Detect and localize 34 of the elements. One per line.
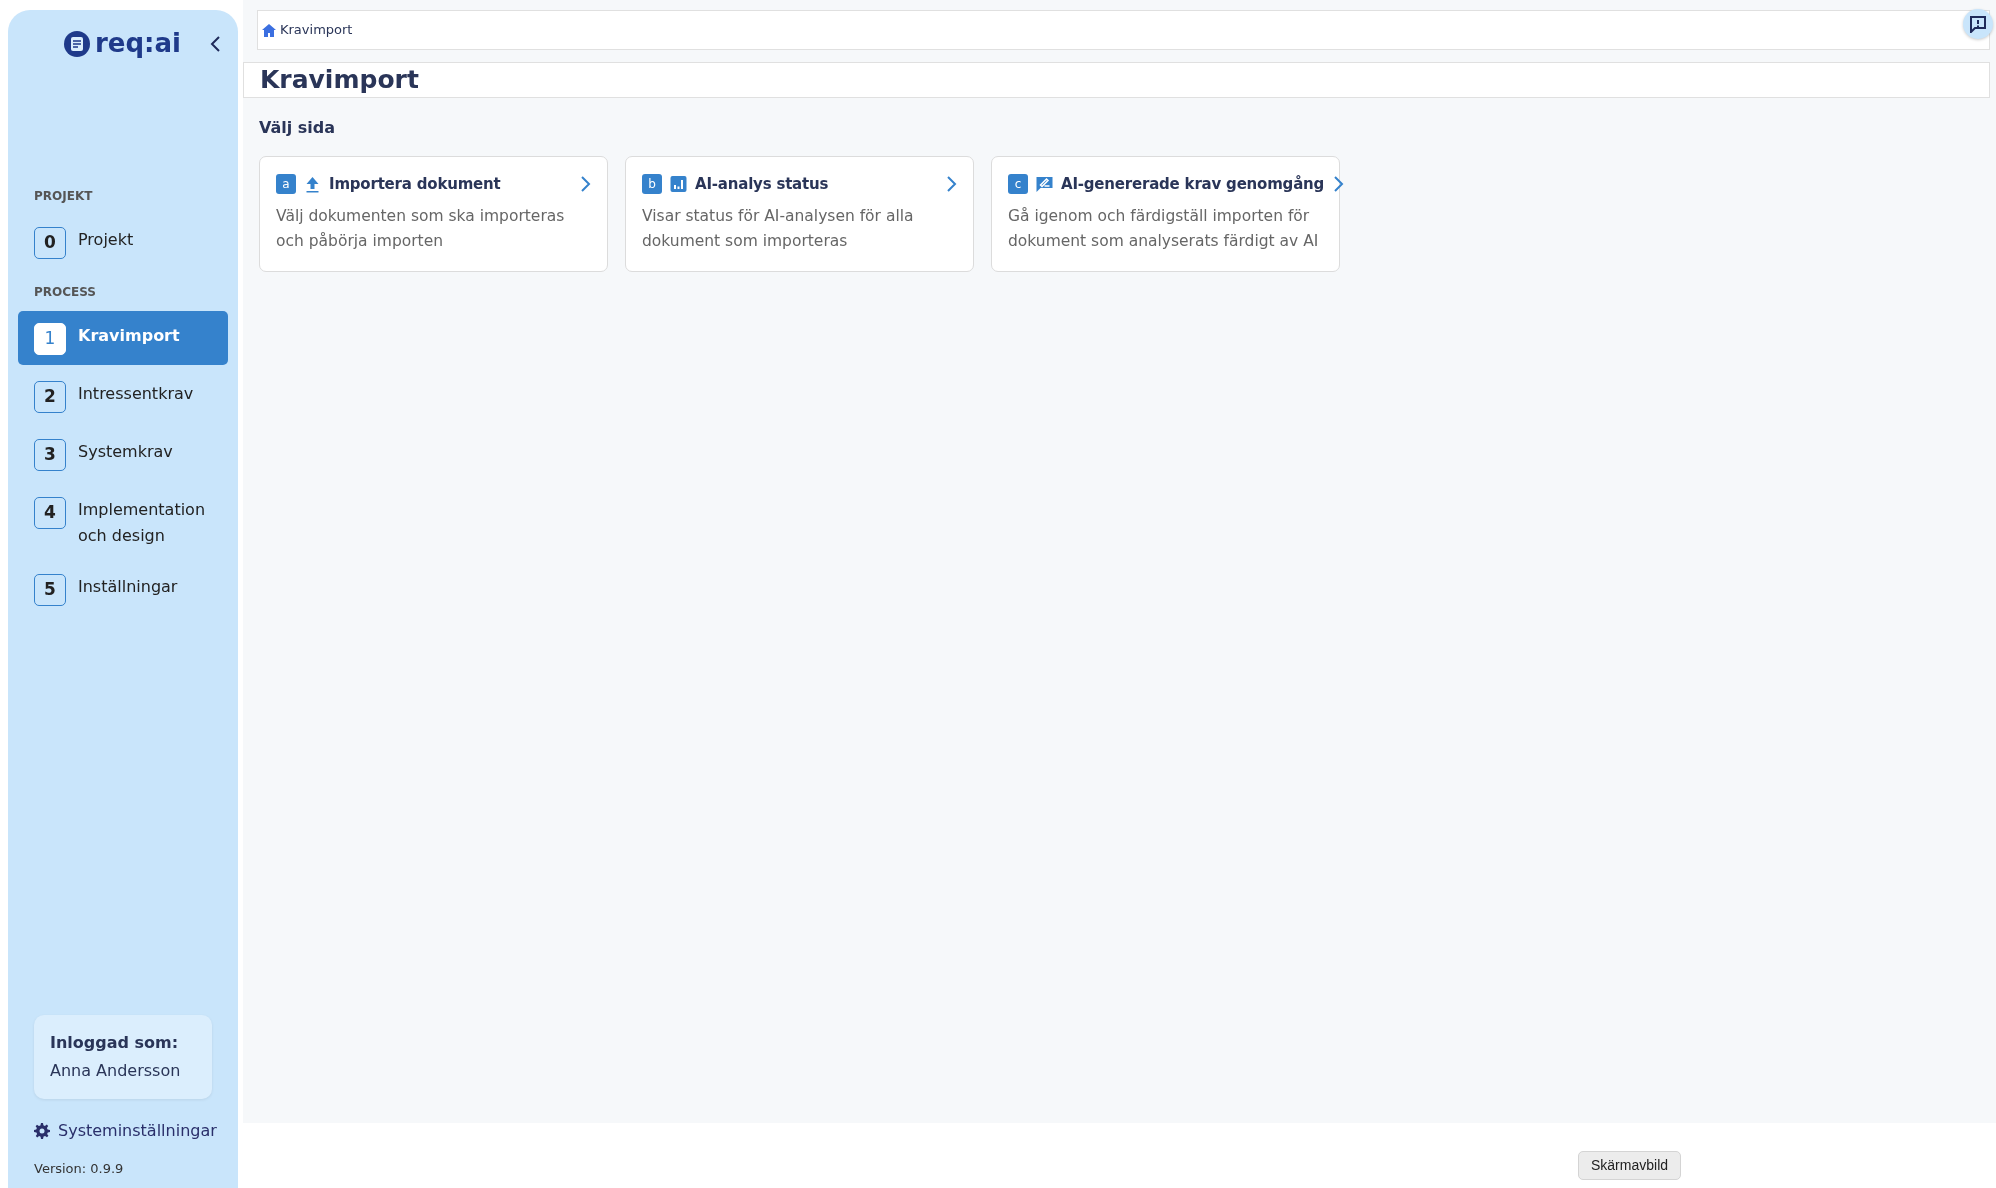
card-description: Visar status för AI-analysen för alla dokument som importeras <box>642 205 915 253</box>
page-card[interactable]: b AI-analys status Visar status för AI-analysen för alla dokument som importeras <box>625 156 974 272</box>
step-number: 1 <box>34 323 66 355</box>
page-title: Kravimport <box>260 64 419 97</box>
nav-item[interactable]: 3 Systemkrav <box>18 427 228 481</box>
settings-link[interactable]: Systeminställningar <box>34 1118 228 1143</box>
logo-text: req:ai <box>95 27 181 60</box>
card-description: Gå igenom och färdigställ importen för dokument som analyserats färdigt av AI <box>1008 205 1320 253</box>
step-number: 3 <box>34 439 66 471</box>
card-description: Välj dokumenten som ska importeras och påbörja importen <box>276 205 566 253</box>
user-name: Anna Andersson <box>50 1059 182 1082</box>
tooltip: Skärmavbild <box>1578 1151 1682 1180</box>
card-title: AI-analys status <box>695 174 829 195</box>
nav-item[interactable]: 5 Inställningar <box>18 562 228 617</box>
step-number: 5 <box>34 574 66 607</box>
user-label: Inloggad som: <box>50 1031 180 1054</box>
step-number: 0 <box>34 227 66 259</box>
version-text: Version: 0.9.9 <box>34 1159 125 1178</box>
nav-item[interactable]: 4 Implementation och design <box>18 485 228 559</box>
letter-badge: c <box>1008 174 1028 195</box>
section-title: Välj sida <box>259 117 337 139</box>
step-number: 2 <box>34 381 66 413</box>
letter-badge: a <box>276 174 296 195</box>
section-heading: PROCESS <box>34 284 97 301</box>
nav-item[interactable]: 2 Intressentkrav <box>18 369 228 423</box>
letter-badge: b <box>642 174 662 195</box>
card-title: Importera dokument <box>329 174 501 195</box>
card-title: AI-genererade krav genomgång <box>1061 174 1325 195</box>
nav-item[interactable]: 1 Kravimport <box>18 311 228 365</box>
step-number: 4 <box>34 497 66 529</box>
nav-item[interactable]: 0 Projekt <box>18 215 228 269</box>
breadcrumb-link[interactable]: Kravimport <box>280 20 353 40</box>
page-card[interactable]: a Importera dokument Välj dokumenten som ska importeras och påbörja importen <box>259 156 608 272</box>
section-heading: PROJEKT <box>34 188 94 205</box>
